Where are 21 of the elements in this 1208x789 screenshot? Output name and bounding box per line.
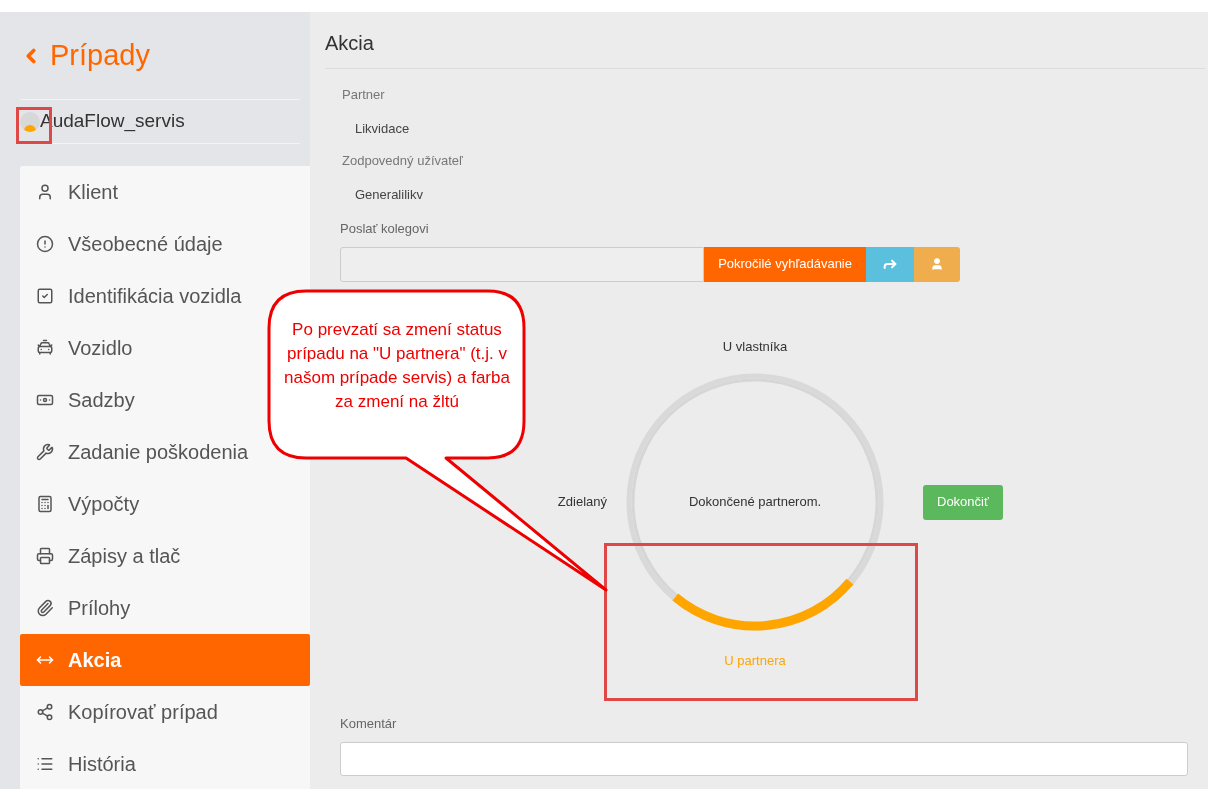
callout-text: Po prevzatí sa zmení status prípadu na "U partnera" (t.j. v našom prípade servis) a farba za zmení na žltú bbox=[284, 320, 511, 411]
menu-item[interactable]: Klient bbox=[20, 166, 310, 218]
menu-item[interactable]: Výpočty bbox=[20, 478, 310, 530]
status-center-text: Dokončené partnerom. bbox=[688, 493, 822, 512]
field-label: Komentár bbox=[340, 715, 398, 733]
page-title: Akcia bbox=[325, 12, 1205, 69]
menu-item[interactable]: Kopírovať prípad bbox=[20, 686, 310, 738]
menu-item[interactable]: Prílohy bbox=[20, 582, 310, 634]
status-label: Zdielaný bbox=[557, 493, 607, 512]
status-label: U partnera bbox=[724, 653, 786, 668]
menu-item[interactable]: História bbox=[20, 738, 310, 789]
menu-item[interactable]: Všeobecné údaje bbox=[20, 218, 310, 270]
field-label: Poslať kolegovi bbox=[340, 220, 430, 238]
field-label: Zodpovedný užívateľ bbox=[341, 152, 464, 170]
field-value: Likvidace bbox=[354, 119, 411, 138]
status-label: U vlastníka bbox=[722, 337, 788, 356]
menu-item[interactable]: Identifikácia vozidla bbox=[20, 270, 310, 322]
field-value: Generalilikv bbox=[354, 185, 424, 204]
menu-item[interactable]: Zápisy a tlač bbox=[20, 530, 310, 582]
menu-item[interactable]: Zadanie poškodenia bbox=[20, 426, 310, 478]
field-label: Partner bbox=[341, 86, 386, 104]
